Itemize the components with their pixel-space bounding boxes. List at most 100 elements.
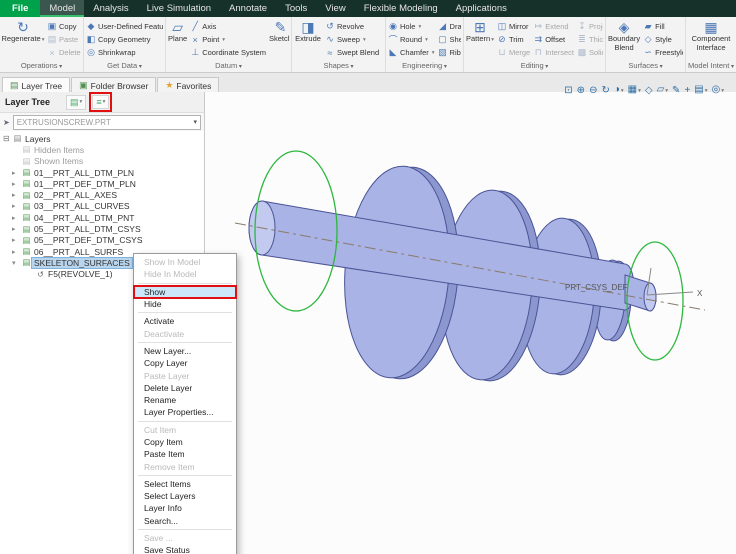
group-label-shapes[interactable]: Shapes [294, 61, 383, 72]
repaint-icon[interactable]: ↻ [601, 85, 609, 97]
annotations-icon[interactable]: ✎ [672, 85, 680, 97]
zoom-refit-icon[interactable]: ⊡ [564, 85, 572, 97]
tab-tools[interactable]: Tools [276, 0, 316, 17]
delete-button[interactable]: × Delete [47, 46, 81, 59]
expand-icon[interactable] [12, 169, 21, 177]
expand-icon[interactable] [12, 259, 21, 267]
chamfer-button[interactable]: ◣ Chamfer [388, 46, 435, 59]
spin-center-icon[interactable]: + [684, 85, 690, 97]
sweep-button[interactable]: ∿ Sweep [325, 33, 379, 46]
tree-node-hidden-items[interactable]: Hidden Items [0, 144, 204, 155]
offset-button[interactable]: ⇉ Offset [533, 33, 574, 46]
menu-item-select-items[interactable]: Select Items [134, 478, 236, 490]
tab-applications[interactable]: Applications [447, 0, 516, 17]
display-style-icon[interactable]: ▦ [628, 84, 641, 97]
tree-node-layers-root[interactable]: Layers [0, 133, 204, 144]
menu-item-layer-properties[interactable]: Layer Properties... [134, 406, 236, 418]
expand-icon[interactable] [12, 214, 21, 222]
menu-item-rename[interactable]: Rename [134, 394, 236, 406]
menu-item-activate[interactable]: Activate [134, 315, 236, 327]
group-label-operations[interactable]: Operations [2, 61, 81, 72]
shrinkwrap-button[interactable]: ◎ Shrinkwrap [86, 46, 163, 59]
pattern-button[interactable]: ⊞ Pattern [466, 18, 494, 44]
expand-icon[interactable] [12, 248, 21, 256]
group-label-engineering[interactable]: Engineering [388, 61, 461, 72]
point-button[interactable]: × Point [190, 33, 266, 46]
style-button[interactable]: ◇ Style [643, 33, 683, 46]
group-label-datum[interactable]: Datum [168, 61, 289, 72]
tree-node-layer[interactable]: 04__PRT_ALL_DTM_PNT [0, 212, 204, 223]
perspective-icon[interactable]: ◇ [645, 85, 653, 97]
rib-button[interactable]: ▧ Rib [438, 46, 461, 59]
tab-live-simulation[interactable]: Live Simulation [138, 0, 220, 17]
shading-icon[interactable]: ◑ [614, 84, 624, 97]
saved-views-icon[interactable]: ◎ [712, 84, 725, 97]
stub-end-cap[interactable] [644, 283, 656, 311]
panel-tab-folder-browser[interactable]: ▣ Folder Browser [71, 77, 156, 93]
menu-item-delete-layer[interactable]: Delete Layer [134, 382, 236, 394]
group-label-get-data[interactable]: Get Data [86, 61, 163, 72]
group-label-surfaces[interactable]: Surfaces [608, 61, 683, 72]
plane-button[interactable]: ▱ Plane [168, 18, 187, 44]
select-arrow-icon[interactable]: ➤ [3, 118, 10, 127]
collapse-icon[interactable] [3, 134, 12, 143]
user-defined-feature-button[interactable]: ◆ User-Defined Feature [86, 20, 163, 33]
graphics-viewport[interactable]: PRT_CSYS_DEF X [205, 92, 736, 554]
regenerate-button[interactable]: ↻ Regenerate [2, 18, 44, 44]
component-interface-button[interactable]: ▦ Component Interface [688, 18, 734, 52]
expand-icon[interactable] [12, 236, 21, 244]
solidify-button[interactable]: ▩ Solidify [577, 46, 603, 59]
hole-button[interactable]: ◉ Hole [388, 20, 435, 33]
thicken-button[interactable]: ≣ Thicken [577, 33, 603, 46]
menu-item-select-layers[interactable]: Select Layers [134, 490, 236, 502]
layers-display-button[interactable]: ▤ [66, 95, 86, 110]
trim-button[interactable]: ⊘ Trim [497, 33, 530, 46]
tab-model[interactable]: Model [40, 0, 84, 17]
freestyle-button[interactable]: ∽ Freestyle [643, 46, 683, 59]
tree-node-layer[interactable]: 05__PRT_DEF_DTM_CSYS [0, 235, 204, 246]
expand-icon[interactable] [12, 202, 21, 210]
intersect-button[interactable]: ⊓ Intersect [533, 46, 574, 59]
tree-node-layer[interactable]: 01__PRT_ALL_DTM_PLN [0, 167, 204, 178]
menu-item-show[interactable]: Show [134, 286, 236, 298]
tab-annotate[interactable]: Annotate [220, 0, 276, 17]
model-canvas[interactable]: PRT_CSYS_DEF X [205, 92, 736, 554]
coordinate-system-button[interactable]: ⊥ Coordinate System [190, 46, 266, 59]
tree-node-layer[interactable]: 03__PRT_ALL_CURVES [0, 201, 204, 212]
panel-tab-favorites[interactable]: ★ Favorites [157, 77, 219, 93]
tree-node-layer[interactable]: 05__PRT_ALL_DTM_CSYS [0, 223, 204, 234]
tab-view[interactable]: View [316, 0, 354, 17]
menu-item-copy-layer[interactable]: Copy Layer [134, 357, 236, 369]
paste-button[interactable]: ▤ Paste [47, 33, 81, 46]
zoom-in-icon[interactable]: ⊕ [577, 85, 585, 97]
tree-node-layer[interactable]: 02__PRT_ALL_AXES [0, 189, 204, 200]
menu-item-save-status[interactable]: Save Status [134, 544, 236, 554]
panel-tab-layer-tree[interactable]: ▤ Layer Tree [2, 77, 70, 93]
extend-button[interactable]: ↦ Extend [533, 20, 574, 33]
expand-icon[interactable] [12, 180, 21, 188]
swept-blend-button[interactable]: ≈ Swept Blend [325, 46, 379, 59]
revolve-button[interactable]: ↺ Revolve [325, 20, 379, 33]
layer-settings-button[interactable]: ≡ [92, 95, 109, 109]
datum-display-icon[interactable]: ▱ [657, 84, 668, 97]
tab-flexible-modeling[interactable]: Flexible Modeling [355, 0, 447, 17]
view-manager-icon[interactable]: ▤ [694, 84, 707, 97]
expand-icon[interactable] [12, 191, 21, 199]
fill-button[interactable]: ▰ Fill [643, 20, 683, 33]
tab-analysis[interactable]: Analysis [84, 0, 137, 17]
copy-button[interactable]: ▣ Copy [47, 20, 81, 33]
round-button[interactable]: ⌒ Round [388, 33, 435, 46]
menu-item-new-layer[interactable]: New Layer... [134, 345, 236, 357]
shell-button[interactable]: ▢ Shell [438, 33, 461, 46]
axis-button[interactable]: ╱ Axis [190, 20, 266, 33]
copy-geometry-button[interactable]: ◧ Copy Geometry [86, 33, 163, 46]
tree-node-layer[interactable]: 01__PRT_DEF_DTM_PLN [0, 178, 204, 189]
menu-item-copy-item[interactable]: Copy Item [134, 436, 236, 448]
draft-button[interactable]: ◢ Draft [438, 20, 461, 33]
mirror-button[interactable]: ◫ Mirror [497, 20, 530, 33]
sketch-button[interactable]: ✎ Sketch [269, 18, 289, 44]
menu-item-search[interactable]: Search... [134, 515, 236, 527]
group-label-model-intent[interactable]: Model Intent [688, 61, 734, 72]
project-button[interactable]: ↧ Project [577, 20, 603, 33]
tree-node-shown-items[interactable]: Shown Items [0, 156, 204, 167]
